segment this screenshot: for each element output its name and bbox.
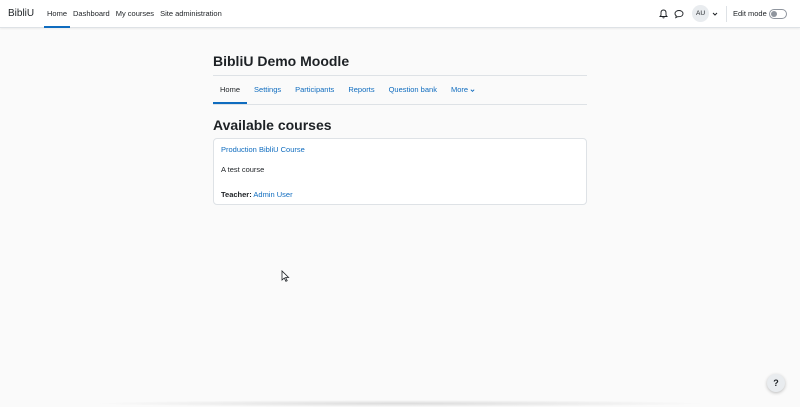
messages-chat-icon[interactable] bbox=[674, 9, 684, 19]
nav-item-my-courses[interactable]: My courses bbox=[113, 0, 157, 28]
tab-participants[interactable]: Participants bbox=[288, 76, 341, 104]
nav-item-home[interactable]: Home bbox=[44, 0, 71, 28]
nav-divider bbox=[213, 104, 587, 105]
course-summary: A test course bbox=[221, 165, 265, 174]
chevron-down-icon[interactable] bbox=[712, 11, 718, 17]
tab-reports[interactable]: Reports bbox=[341, 76, 381, 104]
user-avatar[interactable]: AU bbox=[692, 5, 709, 22]
teacher-name-link[interactable]: Admin User bbox=[253, 190, 292, 199]
help-button[interactable]: ? bbox=[767, 374, 785, 392]
secondary-nav: Home Settings Participants Reports Quest… bbox=[213, 76, 482, 104]
notifications-bell-icon[interactable] bbox=[659, 9, 668, 19]
nav-item-dashboard[interactable]: Dashboard bbox=[70, 0, 113, 28]
available-courses-heading: Available courses bbox=[213, 117, 332, 133]
nav-item-site-administration[interactable]: Site administration bbox=[157, 0, 225, 28]
primary-nav: Home Dashboard My courses Site administr… bbox=[44, 0, 225, 28]
course-name-link[interactable]: Production BibliU Course bbox=[221, 145, 305, 154]
tab-settings[interactable]: Settings bbox=[247, 76, 288, 104]
tab-home[interactable]: Home bbox=[213, 76, 248, 104]
tab-more-label: More bbox=[450, 85, 469, 94]
tab-more[interactable]: More bbox=[444, 76, 482, 104]
teacher-label: Teacher: bbox=[221, 190, 252, 199]
edit-mode-label: Edit mode bbox=[733, 9, 767, 18]
toggle-knob bbox=[771, 11, 777, 17]
tab-question-bank[interactable]: Question bank bbox=[382, 76, 444, 104]
navbar-divider bbox=[726, 6, 727, 22]
course-teacher: Teacher: Admin User bbox=[221, 190, 293, 199]
course-card: Production BibliU Course A test course T… bbox=[213, 138, 587, 205]
edit-mode-toggle[interactable] bbox=[769, 9, 787, 19]
site-brand[interactable]: BibliU bbox=[8, 8, 34, 19]
page-title: BibliU Demo Moodle bbox=[213, 53, 350, 69]
chevron-down-icon bbox=[470, 88, 475, 92]
mouse-cursor-icon bbox=[281, 270, 290, 282]
top-navbar: BibliU Home Dashboard My courses Site ad… bbox=[0, 0, 800, 28]
footer-shadow bbox=[90, 400, 710, 407]
